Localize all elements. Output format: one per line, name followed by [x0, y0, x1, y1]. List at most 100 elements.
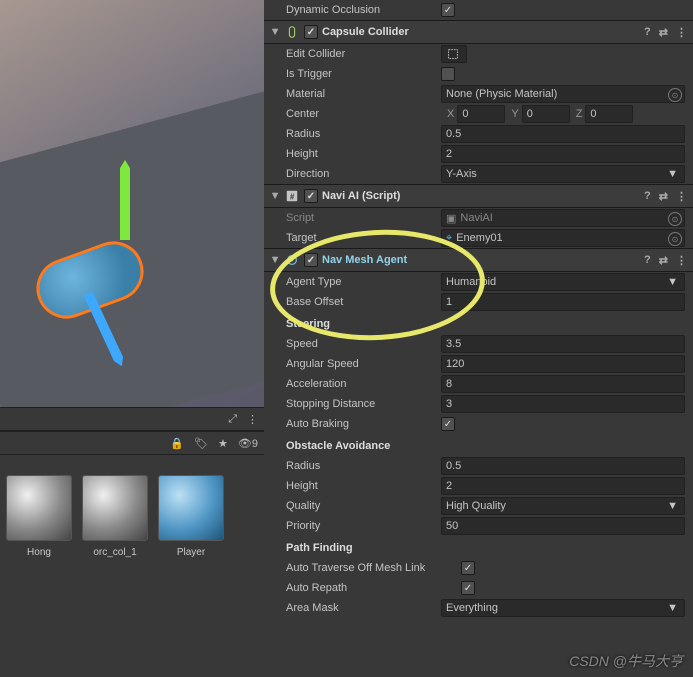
star-icon[interactable]: ★: [218, 437, 228, 450]
nav-mesh-agent-header[interactable]: ▼ Nav Mesh Agent ? ⇄ ⋮: [264, 248, 693, 272]
chevron-down-icon: ▼: [667, 602, 678, 614]
dynamic-occlusion-checkbox[interactable]: [441, 3, 455, 17]
agent-type-dropdown[interactable]: Humanoid▼: [441, 273, 685, 291]
inspector-panel: Dynamic Occlusion ▼ Capsule Collider ? ⇄…: [264, 0, 693, 677]
menu-icon[interactable]: ⋮: [676, 190, 687, 203]
acceleration-input[interactable]: [441, 375, 685, 393]
center-y-input[interactable]: [522, 105, 570, 123]
foldout-icon[interactable]: ▼: [270, 190, 280, 202]
field-label: Material: [286, 88, 441, 100]
navi-ai-header[interactable]: ▼ # Navi AI (Script) ? ⇄ ⋮: [264, 184, 693, 208]
quality-dropdown[interactable]: High Quality▼: [441, 497, 685, 515]
transform-icon: ⌖: [446, 232, 452, 245]
radius-input[interactable]: [441, 125, 685, 143]
asset-grid: Hong orc_col_1 Player: [0, 455, 264, 578]
foldout-icon[interactable]: ▼: [270, 254, 280, 266]
capsule-collider-header[interactable]: ▼ Capsule Collider ? ⇄ ⋮: [264, 20, 693, 44]
center-z-input[interactable]: [585, 105, 633, 123]
field-label: Auto Traverse Off Mesh Link: [286, 562, 461, 574]
material-label: Hong: [27, 547, 51, 558]
component-enabled-checkbox[interactable]: [304, 253, 318, 267]
base-offset-input[interactable]: [441, 293, 685, 311]
field-label: Area Mask: [286, 602, 441, 614]
field-label: Acceleration: [286, 378, 441, 390]
auto-braking-checkbox[interactable]: [441, 417, 455, 431]
svg-text:#: #: [290, 193, 295, 202]
material-item[interactable]: Hong: [6, 475, 72, 558]
oa-radius-input[interactable]: [441, 457, 685, 475]
section-header: Path Finding: [264, 536, 693, 558]
scene-viewport[interactable]: [0, 0, 264, 407]
field-label: Dynamic Occlusion: [286, 4, 441, 16]
field-label: Radius: [286, 128, 441, 140]
field-label: Height: [286, 480, 441, 492]
project-panel: ⤢ ⋮ 🔒 🏷 ★ 👁9 Hong orc_col_1 Player: [0, 407, 264, 677]
context-menu-icon[interactable]: ⋮: [247, 413, 258, 426]
speed-input[interactable]: [441, 335, 685, 353]
material-preview-icon: [6, 475, 72, 541]
help-icon[interactable]: ?: [644, 190, 651, 203]
menu-icon[interactable]: ⋮: [676, 26, 687, 39]
field-label: Agent Type: [286, 276, 441, 288]
object-picker-icon[interactable]: ⊙: [668, 232, 682, 246]
component-enabled-checkbox[interactable]: [304, 25, 318, 39]
field-label: Quality: [286, 500, 441, 512]
direction-dropdown[interactable]: Y-Axis▼: [441, 165, 685, 183]
preset-icon[interactable]: ⇄: [659, 254, 668, 267]
script-field: ▣ NaviAI ⊙: [441, 209, 685, 227]
edit-collider-button[interactable]: [441, 45, 467, 63]
field-label: Edit Collider: [286, 48, 441, 60]
field-label: Direction: [286, 168, 441, 180]
material-preview-icon: [82, 475, 148, 541]
nav-mesh-agent-icon: [284, 252, 300, 268]
component-enabled-checkbox[interactable]: [304, 189, 318, 203]
angular-speed-input[interactable]: [441, 355, 685, 373]
menu-icon[interactable]: ⋮: [676, 254, 687, 267]
priority-input[interactable]: [441, 517, 685, 535]
auto-repath-checkbox[interactable]: [461, 581, 475, 595]
maximize-icon[interactable]: ⤢: [228, 413, 237, 426]
help-icon[interactable]: ?: [644, 254, 651, 267]
chevron-down-icon: ▼: [667, 276, 678, 288]
object-picker-icon[interactable]: ⊙: [668, 88, 682, 102]
material-preview-icon: [158, 475, 224, 541]
chevron-down-icon: ▼: [667, 500, 678, 512]
is-trigger-checkbox[interactable]: [441, 67, 455, 81]
section-header: Steering: [264, 312, 693, 334]
target-field[interactable]: ⌖ Enemy01 ⊙: [441, 229, 685, 247]
script-icon: #: [284, 188, 300, 204]
preset-icon[interactable]: ⇄: [659, 190, 668, 203]
area-mask-dropdown[interactable]: Everything▼: [441, 599, 685, 617]
stopping-distance-input[interactable]: [441, 395, 685, 413]
field-label: Auto Repath: [286, 582, 461, 594]
height-input[interactable]: [441, 145, 685, 163]
field-label: Script: [286, 212, 441, 224]
material-item[interactable]: orc_col_1: [82, 475, 148, 558]
field-label: Priority: [286, 520, 441, 532]
script-asset-icon: ▣: [446, 212, 456, 225]
field-label: Is Trigger: [286, 68, 441, 80]
tag-icon[interactable]: 🏷: [194, 437, 208, 450]
hidden-count[interactable]: 👁9: [238, 437, 258, 450]
material-field[interactable]: None (Physic Material) ⊙: [441, 85, 685, 103]
gizmo-y-axis[interactable]: [120, 160, 130, 240]
oa-height-input[interactable]: [441, 477, 685, 495]
preset-icon[interactable]: ⇄: [659, 26, 668, 39]
field-label: Angular Speed: [286, 358, 441, 370]
auto-traverse-checkbox[interactable]: [461, 561, 475, 575]
field-label: Height: [286, 148, 441, 160]
field-label: Radius: [286, 460, 441, 472]
help-icon[interactable]: ?: [644, 26, 651, 39]
capsule-collider-icon: [284, 24, 300, 40]
lock-icon[interactable]: 🔒: [170, 437, 184, 450]
material-label: orc_col_1: [93, 547, 136, 558]
center-x-input[interactable]: [457, 105, 505, 123]
field-label: Center: [286, 108, 441, 120]
material-item[interactable]: Player: [158, 475, 224, 558]
foldout-icon[interactable]: ▼: [270, 26, 280, 38]
object-picker-icon[interactable]: ⊙: [668, 212, 682, 226]
ground-plane: [0, 85, 264, 407]
material-label: Player: [177, 547, 205, 558]
section-header: Obstacle Avoidance: [264, 434, 693, 456]
field-label: Stopping Distance: [286, 398, 441, 410]
